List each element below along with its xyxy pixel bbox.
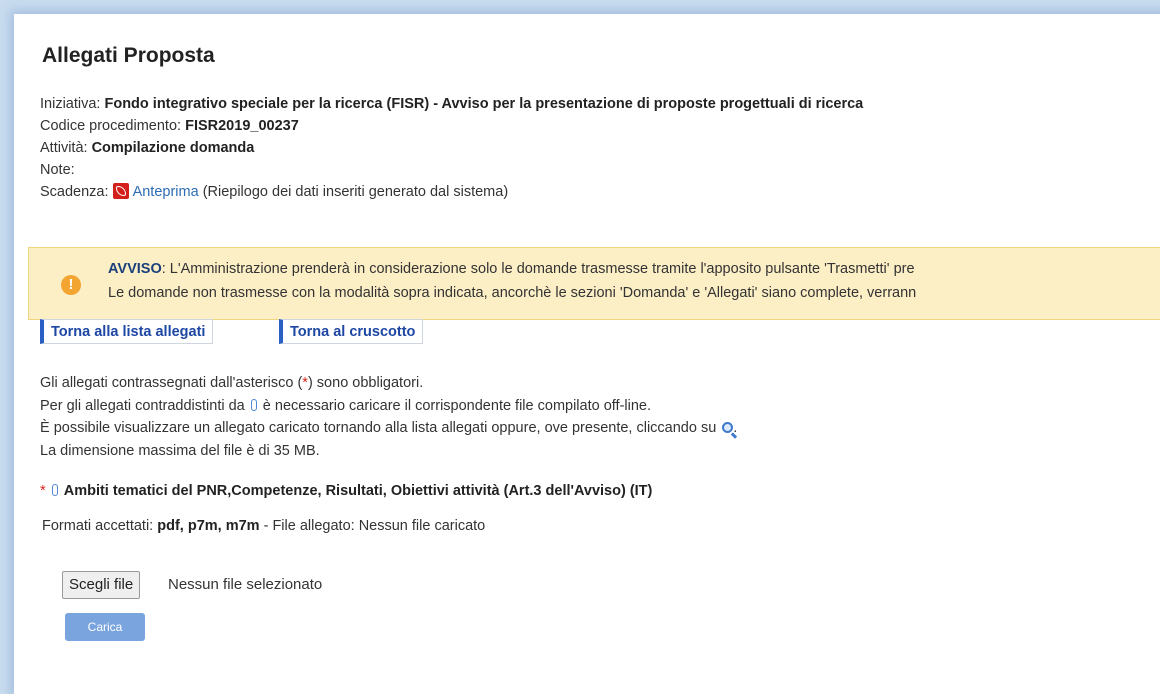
paperclip-icon bbox=[250, 398, 257, 411]
codice-label: Codice procedimento: bbox=[40, 118, 182, 134]
iniziativa-label: Iniziativa: bbox=[40, 96, 101, 112]
scadenza-row: Scadenza: Anteprima (Riepilogo dei dati … bbox=[40, 181, 863, 203]
instruction-required-a: Gli allegati contrassegnati dall'asteris… bbox=[40, 375, 303, 391]
codice-row: Codice procedimento: FISR2019_00237 bbox=[40, 115, 863, 137]
choose-file-button[interactable]: Scegli file bbox=[62, 571, 141, 599]
main-panel: Allegati Proposta Iniziativa: Fondo inte… bbox=[14, 14, 1160, 694]
anteprima-link[interactable]: Anteprima bbox=[133, 184, 199, 200]
codice-value: FISR2019_00237 bbox=[185, 118, 299, 134]
note-label: Note: bbox=[40, 162, 75, 178]
alert-text-1: : L'Amministrazione prenderà in consider… bbox=[161, 261, 915, 277]
accepted-formats: Formati accettati: pdf, p7m, m7m - File … bbox=[42, 518, 485, 534]
back-to-dashboard-button[interactable]: Torna al cruscotto bbox=[279, 319, 424, 344]
pdf-icon[interactable] bbox=[112, 183, 129, 199]
file-attached-status: - File allegato: Nessun file caricato bbox=[263, 518, 486, 534]
instruction-view: È possibile visualizzare un allegato car… bbox=[40, 417, 737, 440]
search-icon bbox=[722, 422, 734, 433]
attachment-name: Ambiti tematici del PNR,Competenze, Risu… bbox=[63, 483, 653, 499]
formats-label: Formati accettati: bbox=[42, 518, 154, 534]
required-mark: * bbox=[40, 483, 46, 499]
instruction-required-b: ) sono obbligatori. bbox=[307, 375, 424, 391]
anteprima-description: (Riepilogo dei dati inseriti generato da… bbox=[202, 184, 509, 200]
proposal-meta: Iniziativa: Fondo integrativo speciale p… bbox=[40, 93, 863, 203]
attivita-row: Attività: Compilazione domanda bbox=[40, 137, 863, 159]
upload-button[interactable]: Carica bbox=[65, 613, 145, 641]
attivita-label: Attività: bbox=[40, 140, 88, 156]
page-title: Allegati Proposta bbox=[42, 44, 215, 67]
attachment-title: * Ambiti tematici del PNR,Competenze, Ri… bbox=[40, 483, 652, 499]
instruction-offline-b: è necessario caricare il corrispondente … bbox=[262, 397, 651, 414]
alert-heading: AVVISO bbox=[108, 261, 162, 277]
attivita-value: Compilazione domanda bbox=[91, 140, 255, 156]
alert-text-2: Le domande non trasmesse con la modalità… bbox=[108, 285, 917, 301]
instruction-maxsize: La dimensione massima del file è di 35 M… bbox=[40, 442, 320, 459]
instructions: Gli allegati contrassegnati dall'asteris… bbox=[40, 372, 737, 462]
iniziativa-row: Iniziativa: Fondo integrativo speciale p… bbox=[40, 93, 863, 115]
file-selection-status: Nessun file selezionato bbox=[168, 576, 323, 593]
iniziativa-value: Fondo integrativo speciale per la ricerc… bbox=[104, 96, 864, 112]
alert-line-1: AVVISO: L'Amministrazione prenderà in co… bbox=[108, 261, 915, 277]
formats-value: pdf, p7m, m7m bbox=[157, 518, 260, 534]
warning-icon: ! bbox=[61, 275, 81, 295]
note-row: Note: bbox=[40, 159, 863, 181]
instruction-view-a: È possibile visualizzare un allegato car… bbox=[40, 420, 717, 436]
instruction-required: Gli allegati contrassegnati dall'asteris… bbox=[40, 372, 737, 395]
instruction-offline: Per gli allegati contraddistinti da è ne… bbox=[40, 395, 737, 418]
scadenza-label: Scadenza: bbox=[40, 184, 109, 200]
paperclip-icon bbox=[51, 484, 58, 496]
warning-alert: ! AVVISO: L'Amministrazione prenderà in … bbox=[28, 247, 1160, 320]
back-to-list-button[interactable]: Torna alla lista allegati bbox=[40, 319, 214, 344]
instruction-offline-a: Per gli allegati contraddistinti da bbox=[40, 397, 245, 414]
